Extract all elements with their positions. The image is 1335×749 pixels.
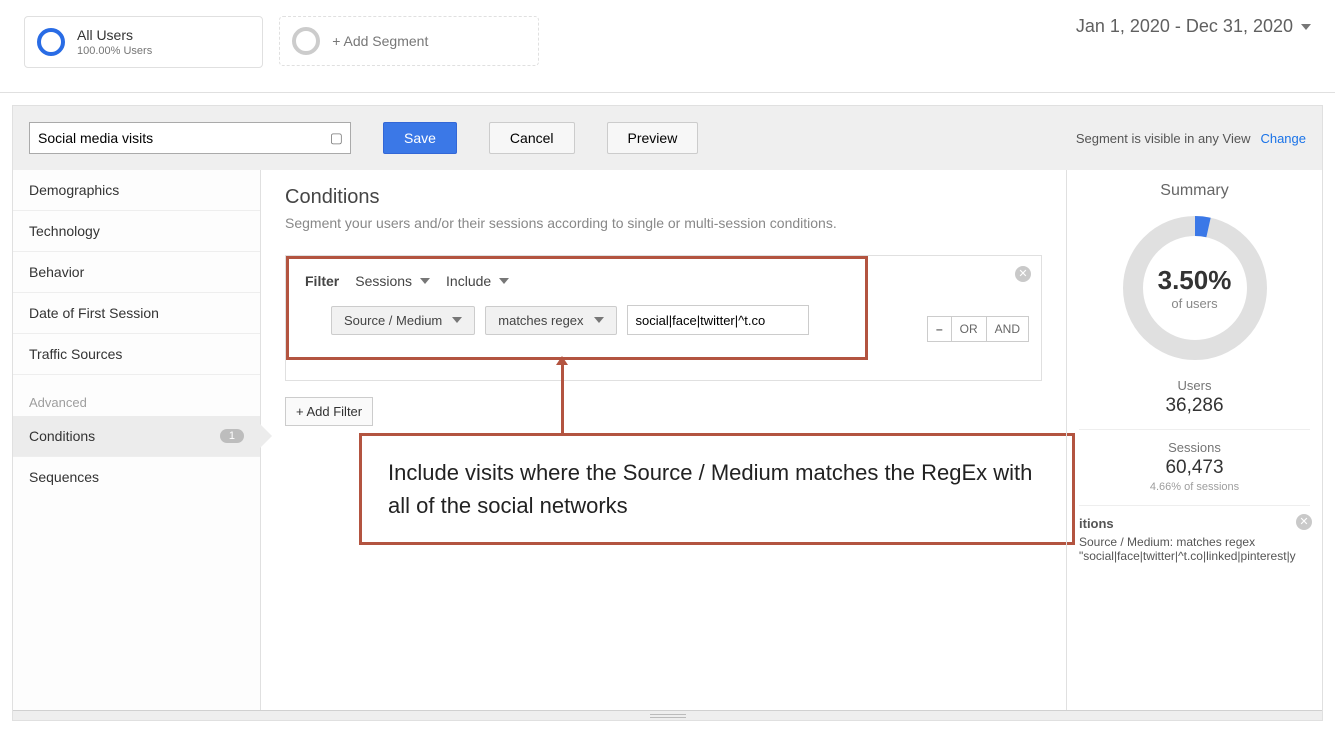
summary-conditions: ✕ itions Source / Medium: matches regex … [1079,506,1310,563]
segment-editor-panel: ▢ Save Cancel Preview Segment is visible… [12,105,1323,721]
logic-operators: – OR AND [927,316,1029,342]
summary-users: Users 36,286 [1079,368,1310,430]
match-type-dropdown[interactable]: matches regex [485,306,616,335]
sidebar-item-behavior[interactable]: Behavior [13,252,260,293]
summary-percent: 3.50% [1158,265,1232,296]
summary-pane: Summary 3.50% of users Users 36,286 Sess… [1066,170,1322,710]
add-segment-label: + Add Segment [332,33,428,49]
summary-of-users: of users [1171,296,1217,311]
preview-button[interactable]: Preview [607,122,699,154]
sidebar-advanced-label: Advanced [13,375,260,416]
logic-or[interactable]: OR [951,317,986,341]
top-bar: All Users 100.00% Users + Add Segment Ja… [0,0,1335,93]
logic-and[interactable]: AND [986,317,1028,341]
include-exclude-dropdown[interactable]: Include [446,273,509,289]
add-segment-card[interactable]: + Add Segment [279,16,539,66]
logic-remove[interactable]: – [928,317,951,341]
add-segment-circle-icon [292,27,320,55]
date-range-picker[interactable]: Jan 1, 2020 - Dec 31, 2020 [1076,16,1311,37]
chevron-down-icon [499,278,509,284]
conditions-subtitle: Segment your users and/or their sessions… [285,215,1042,231]
filter-value-input[interactable] [627,305,809,335]
scope-dropdown[interactable]: Sessions [355,273,430,289]
remove-condition-icon[interactable]: ✕ [1296,514,1312,530]
annotation-arrow [561,364,564,436]
visibility-text: Segment is visible in any View [1076,131,1251,146]
remove-filter-icon[interactable]: ✕ [1015,266,1031,282]
conditions-count-badge: 1 [220,429,244,443]
sidebar-item-technology[interactable]: Technology [13,211,260,252]
conditions-title: Conditions [285,186,1042,209]
add-filter-button[interactable]: + Add Filter [285,397,373,426]
panel-header: ▢ Save Cancel Preview Segment is visible… [13,106,1322,154]
segment-name-input[interactable] [29,122,351,154]
segment-all-users[interactable]: All Users 100.00% Users [24,16,263,68]
sidebar-item-sequences[interactable]: Sequences [13,457,260,497]
chevron-down-icon [1301,24,1311,30]
segment-subtitle: 100.00% Users [77,45,152,57]
summary-title: Summary [1079,182,1310,200]
chevron-down-icon [452,317,462,323]
save-button[interactable]: Save [383,122,457,154]
sidebar-item-label: Conditions [29,428,95,444]
segment-circle-icon [37,28,65,56]
center-pane: Conditions Segment your users and/or the… [261,170,1066,710]
sidebar-item-first-session[interactable]: Date of First Session [13,293,260,334]
sidebar-item-traffic-sources[interactable]: Traffic Sources [13,334,260,375]
segment-title: All Users [77,27,152,43]
summary-donut: 3.50% of users [1115,208,1275,368]
date-range-text: Jan 1, 2020 - Dec 31, 2020 [1076,16,1293,37]
cancel-button[interactable]: Cancel [489,122,575,154]
sidebar-item-conditions[interactable]: Conditions 1 [13,416,260,457]
change-visibility-link[interactable]: Change [1260,131,1306,146]
chevron-down-icon [594,317,604,323]
filter-label: Filter [305,273,339,289]
annotation-callout: Include visits where the Source / Medium… [359,433,1075,545]
panel-resizer[interactable] [13,710,1322,720]
filter-card: ✕ Filter Sessions Include [285,255,1042,381]
dimension-dropdown[interactable]: Source / Medium [331,306,475,335]
summary-sessions: Sessions 60,473 4.66% of sessions [1079,430,1310,506]
sidebar-item-demographics[interactable]: Demographics [13,170,260,211]
chevron-down-icon [420,278,430,284]
edit-name-icon[interactable]: ▢ [330,130,343,147]
sidebar: Demographics Technology Behavior Date of… [13,170,261,710]
